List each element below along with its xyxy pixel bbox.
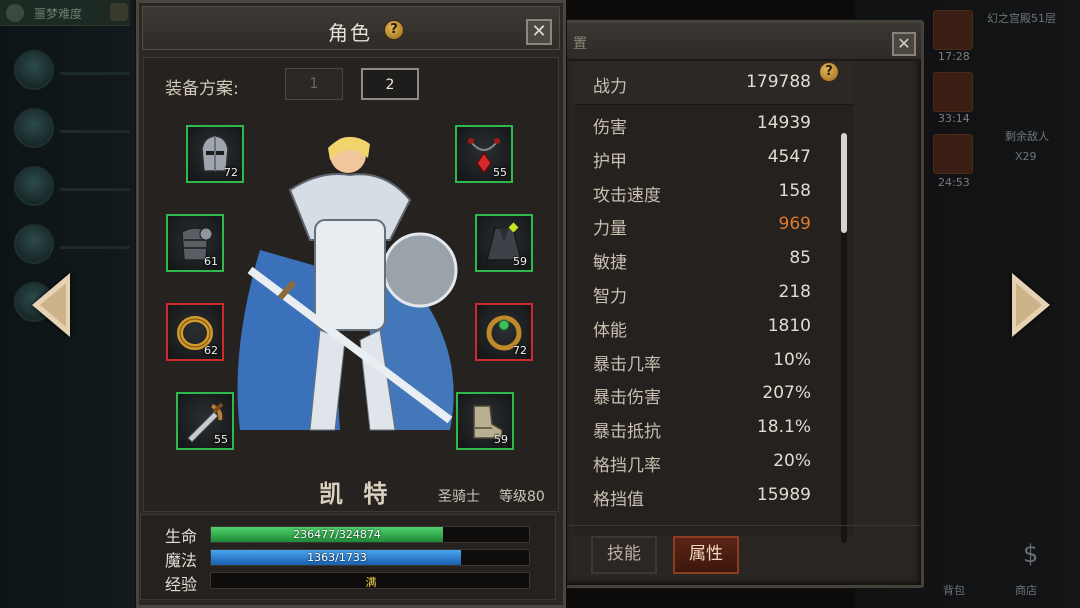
ring-slot[interactable]: 62 <box>166 303 224 361</box>
attribute-label: 敏捷 <box>593 253 627 274</box>
attribute-value: 969 <box>778 214 811 235</box>
party-avatar <box>14 50 54 90</box>
attribute-label: 格挡值 <box>593 489 644 510</box>
exp-label: 经验 <box>165 575 198 594</box>
next-hero-arrow-icon[interactable] <box>1012 273 1050 337</box>
quest-tile <box>933 72 973 112</box>
prev-hero-arrow-icon[interactable] <box>32 273 70 337</box>
party-row-bar <box>60 130 130 133</box>
attribute-label: 伤害 <box>593 118 627 138</box>
attribute-scrollbar-thumb[interactable] <box>841 133 847 233</box>
attribute-value: 207% <box>762 383 811 404</box>
attribute-value: 4547 <box>767 146 811 167</box>
mp-bar: 1363/1733 <box>210 549 530 566</box>
attribute-value: 20% <box>773 451 811 471</box>
background-left-panel: 噩梦难度 <box>0 0 140 608</box>
hero-portrait-image <box>237 136 458 431</box>
attribute-close-button[interactable]: ✕ <box>892 32 916 56</box>
hero-class: 圣骑士 <box>438 489 480 505</box>
difficulty-bar: 噩梦难度 <box>0 0 130 26</box>
equip-plan-2-button[interactable]: 2 <box>361 68 419 100</box>
attribute-label: 暴击伤害 <box>593 388 661 409</box>
party-avatar <box>14 224 54 264</box>
party-avatar <box>14 108 54 148</box>
timer-text: 17:28 <box>938 50 970 63</box>
exp-text: 满 <box>365 576 377 589</box>
hero-level: 等级80 <box>499 489 545 505</box>
attribute-value: 1810 <box>767 315 811 336</box>
slot-level: 72 <box>513 344 527 357</box>
attribute-label: 暴击几率 <box>593 354 661 375</box>
shop-label: 商店 <box>1015 584 1037 597</box>
character-panel-header: 角色 ? ✕ <box>142 6 560 50</box>
slot-level: 55 <box>493 166 507 179</box>
attribute-label: 护甲 <box>593 151 627 172</box>
power-row: 战力 179788 <box>575 61 853 105</box>
difficulty-icon <box>6 4 24 22</box>
attribute-value: 85 <box>789 248 811 269</box>
amulet-slot[interactable]: 72 <box>475 303 533 361</box>
attribute-tabs: 技能 属性 <box>563 525 921 585</box>
attribute-value: 14939 <box>756 113 811 133</box>
mp-label: 魔法 <box>165 551 198 570</box>
attribute-label: 暴击抵抗 <box>593 422 661 443</box>
exp-bar: 满 <box>210 572 530 589</box>
hp-label: 生命 <box>165 527 198 546</box>
cloak-slot[interactable]: 59 <box>475 214 533 272</box>
attribute-panel-title: 置 <box>573 36 587 52</box>
attribute-value: 10% <box>773 349 811 370</box>
slot-level: 59 <box>494 433 508 446</box>
difficulty-text: 噩梦难度 <box>34 7 83 21</box>
remaining-enemies-count: X29 <box>1015 150 1037 163</box>
quest-tile <box>933 10 973 50</box>
attribute-label: 攻击速度 <box>593 185 661 206</box>
hero-name: 凯 特 <box>319 480 394 508</box>
mp-text: 1363/1733 <box>307 551 367 564</box>
tab-attributes[interactable]: 属性 <box>673 536 739 574</box>
dollar-icon: $ <box>1023 540 1039 568</box>
attribute-label: 体能 <box>593 320 627 341</box>
slot-level: 59 <box>513 255 527 268</box>
panel-title: 角色 <box>328 21 372 45</box>
attribute-list[interactable]: 战力 179788 伤害 14939 护甲 4547 攻击速度 158 力量 969 敏捷 85 智… <box>575 61 853 543</box>
help-icon[interactable]: ? <box>384 20 404 40</box>
difficulty-button <box>110 3 128 21</box>
timer-text: 33:14 <box>938 112 970 125</box>
attribute-panel: 置 ✕ 战力 179788 伤害 14939 护甲 4547 攻击速度 158 力量 969 敏… <box>560 20 924 588</box>
attribute-value: 218 <box>778 282 811 302</box>
armor-slot[interactable]: 61 <box>166 214 224 272</box>
hp-bar: 236477/324874 <box>210 526 530 543</box>
equip-plan-label: 装备方案: <box>165 79 239 99</box>
dungeon-floor-text: 幻之宫殿51层 <box>987 12 1056 25</box>
party-row-bar <box>60 188 130 191</box>
attribute-value: 158 <box>778 180 811 201</box>
attribute-scrollbar[interactable] <box>841 133 847 543</box>
attribute-label: 格挡几率 <box>593 456 661 476</box>
party-row-bar <box>60 246 130 249</box>
help-icon[interactable]: ? <box>819 62 839 82</box>
power-label: 战力 <box>593 77 627 97</box>
timer-text: 24:53 <box>938 176 970 189</box>
quest-tile <box>933 134 973 174</box>
close-button[interactable]: ✕ <box>526 19 552 45</box>
bag-label: 背包 <box>943 584 965 597</box>
attribute-value: 15989 <box>756 484 811 505</box>
attribute-panel-header: 置 ✕ <box>563 23 921 61</box>
slot-level: 61 <box>204 255 218 268</box>
power-value: 179788 <box>746 72 811 92</box>
attribute-label: 力量 <box>593 219 627 240</box>
party-avatar <box>14 166 54 206</box>
attribute-label: 智力 <box>593 287 627 307</box>
attribute-value: 18.1% <box>756 417 811 438</box>
equip-plan-1-button[interactable]: 1 <box>285 68 343 100</box>
slot-level: 62 <box>204 344 218 357</box>
tab-skills[interactable]: 技能 <box>591 536 657 574</box>
party-row-bar <box>60 72 130 75</box>
remaining-enemies-label: 剩余敌人 <box>1005 130 1049 143</box>
hp-text: 236477/324874 <box>293 528 381 541</box>
